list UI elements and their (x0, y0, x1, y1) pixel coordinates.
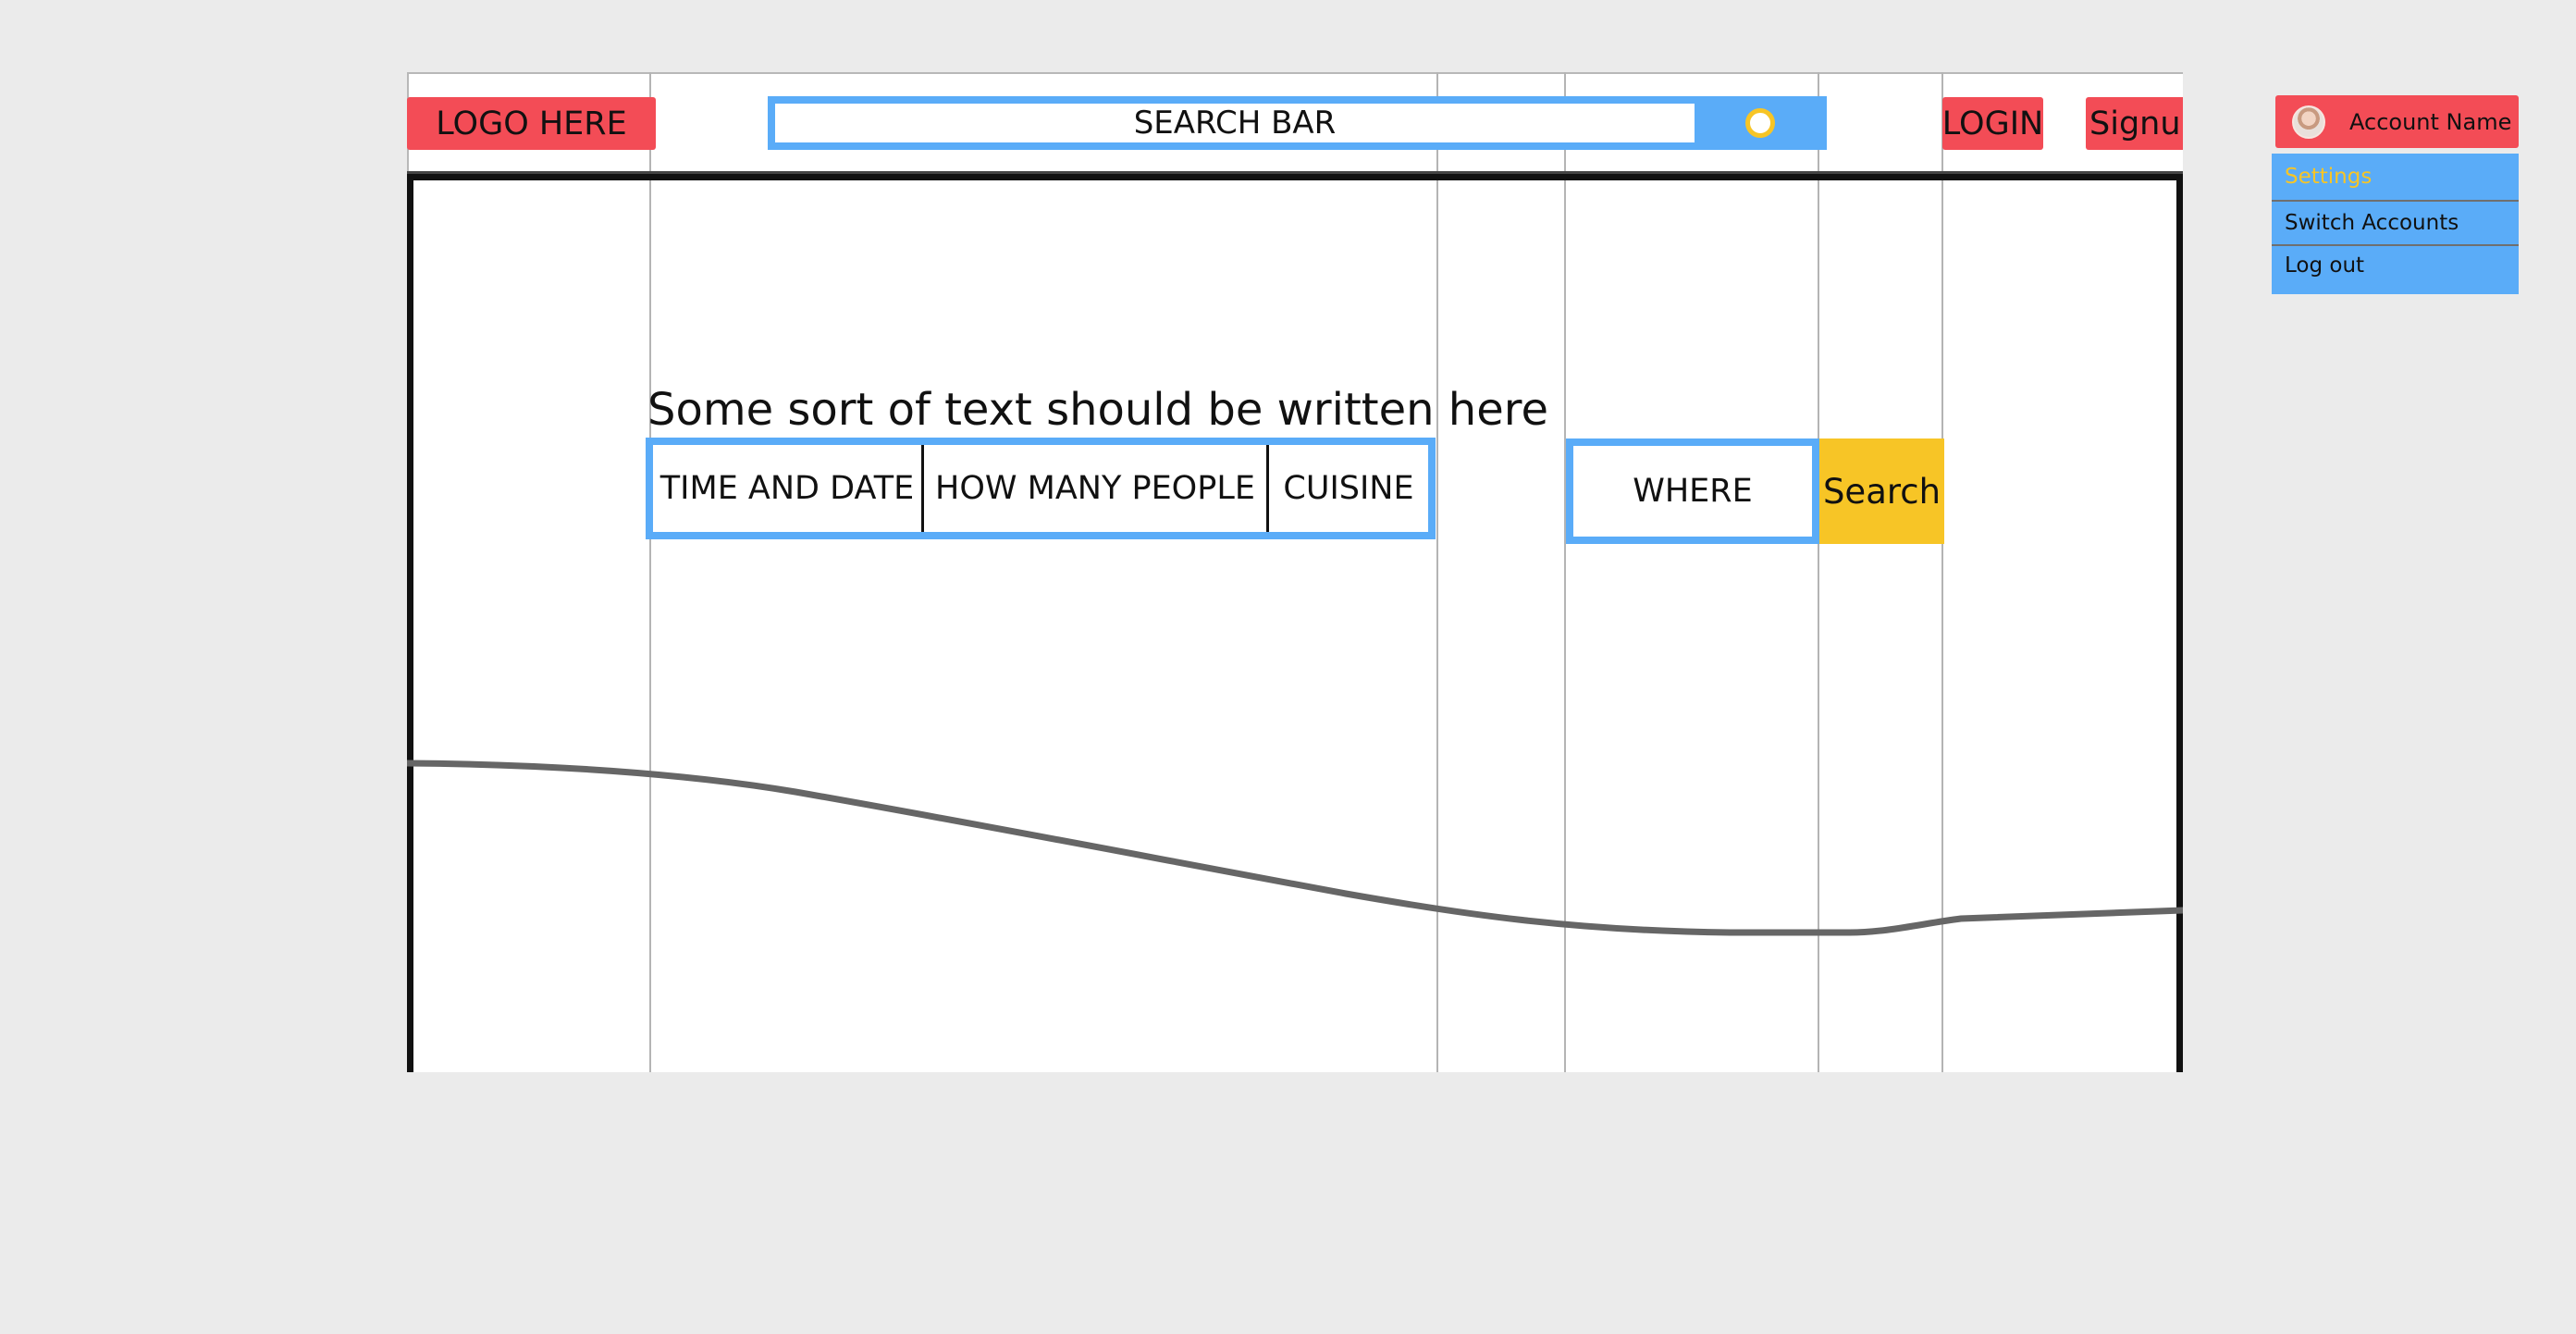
time-and-date-field[interactable]: TIME AND DATE (653, 445, 921, 532)
hero-wave-divider (407, 760, 2183, 936)
where-field[interactable]: WHERE (1566, 438, 1819, 544)
account-dropdown-menu: Settings Switch Accounts Log out (2272, 154, 2519, 294)
login-button[interactable]: LOGIN (1942, 97, 2043, 150)
reservation-filters: TIME AND DATE HOW MANY PEOPLE CUISINE (646, 438, 1436, 539)
signup-button[interactable]: Signup (2086, 97, 2183, 150)
toggle-icon[interactable] (1745, 108, 1775, 138)
hero-headline: Some sort of text should be written here (647, 384, 1548, 436)
logo[interactable]: LOGO HERE (407, 97, 656, 150)
search-button[interactable]: Search (1819, 438, 1944, 544)
party-size-field[interactable]: HOW MANY PEOPLE (921, 445, 1266, 532)
cuisine-field[interactable]: CUISINE (1266, 445, 1428, 532)
menu-item-switch-accounts[interactable]: Switch Accounts (2272, 202, 2519, 244)
menu-item-log-out[interactable]: Log out (2272, 246, 2519, 285)
wireframe-canvas: LOGO HERE SEARCH BAR LOGIN Signup Some s… (407, 72, 2183, 1072)
account-button[interactable]: Account Name (2275, 95, 2519, 148)
search-input[interactable]: SEARCH BAR (775, 104, 1695, 142)
search-bar[interactable]: SEARCH BAR (768, 96, 1827, 150)
menu-item-settings[interactable]: Settings (2272, 154, 2519, 200)
avatar (2292, 105, 2325, 139)
account-name: Account Name (2349, 108, 2512, 135)
